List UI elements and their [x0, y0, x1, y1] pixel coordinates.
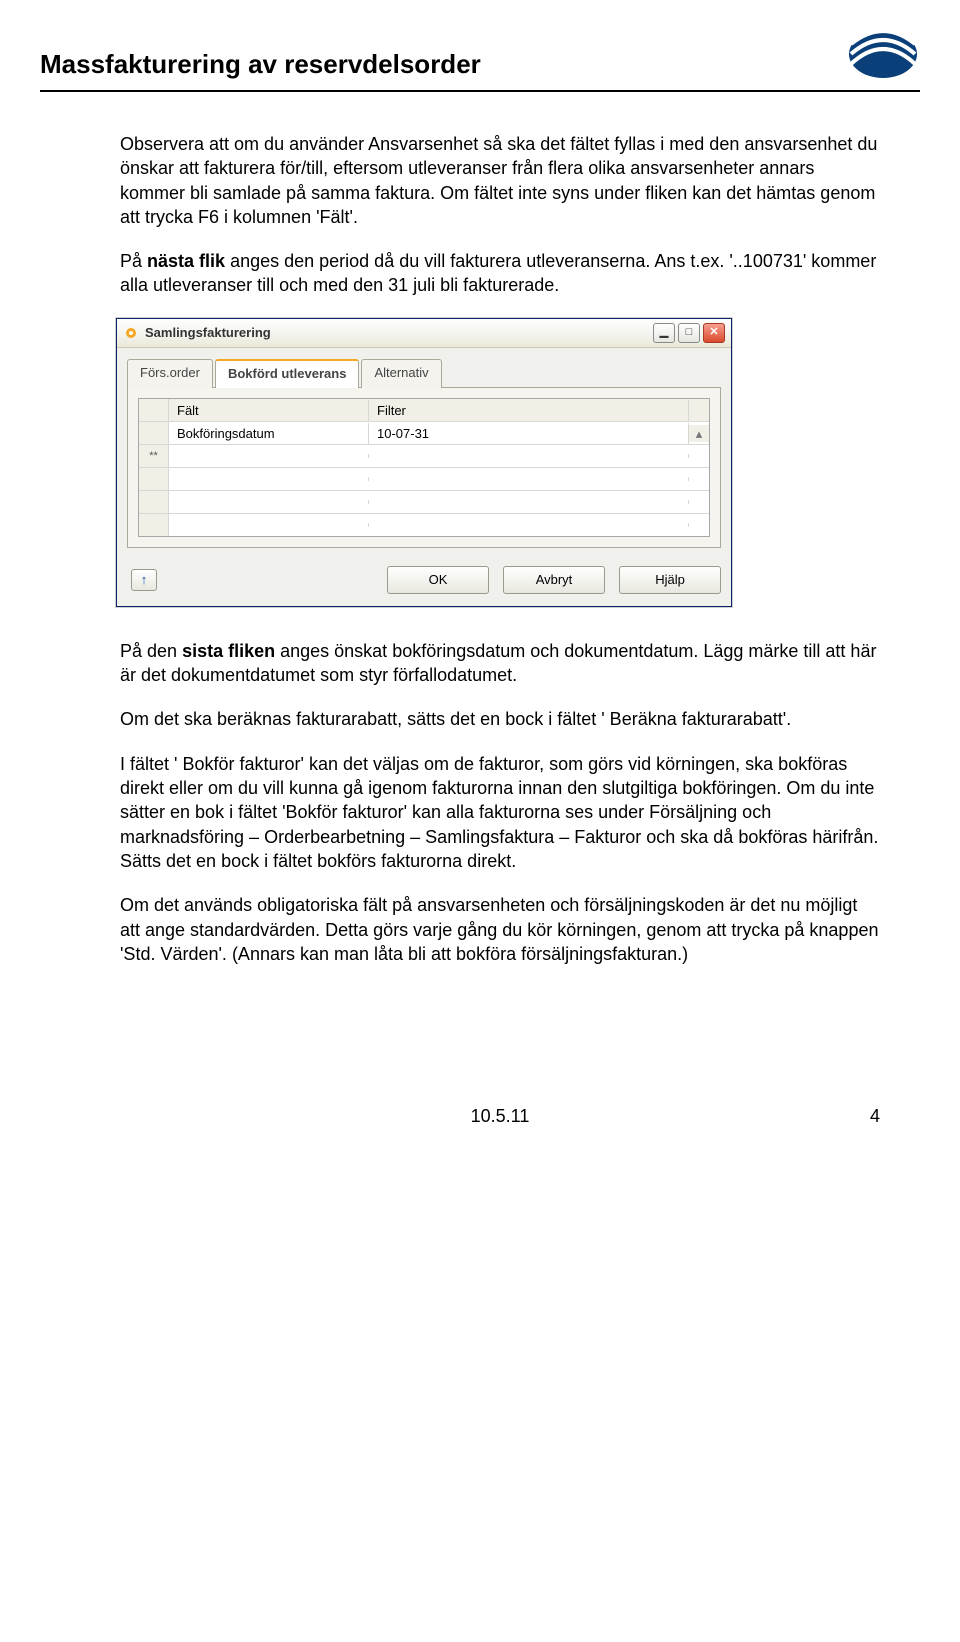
body-paragraph-2: På nästa flik anges den period då du vil… [120, 249, 880, 298]
grid-cell-blank2 [369, 523, 689, 527]
ok-button[interactable]: OK [387, 566, 489, 594]
body-paragraph-3: På den sista fliken anges önskat bokföri… [120, 639, 880, 688]
tab-alternativ[interactable]: Alternativ [361, 359, 441, 389]
grid-cell-empty-field[interactable] [169, 454, 369, 458]
grid-data-row[interactable]: Bokföringsdatum 10-07-31 ▴ [139, 422, 709, 445]
page-title: Massfakturering av reservdelsorder [40, 49, 481, 80]
dialog-tabs: Förs.order Bokförd utleverans Alternativ [117, 348, 731, 388]
dialog-window: Samlingsfakturering ▁ □ ✕ Förs.order Bok… [116, 318, 732, 607]
window-maximize-button[interactable]: □ [678, 323, 700, 343]
body-paragraph-1: Observera att om du använder Ansvarsenhe… [120, 132, 880, 229]
tab-forsorder[interactable]: Förs.order [127, 359, 213, 389]
grid-blank-row [139, 514, 709, 536]
body-paragraph-4: Om det ska beräknas fakturarabatt, sätts… [120, 707, 880, 731]
p3-pre: På den [120, 641, 182, 661]
dialog-tabpanel: Fält Filter Bokföringsdatum 10-07-31 ▴ *… [127, 387, 721, 548]
grid-blank-row [139, 468, 709, 491]
grid-row-header[interactable] [139, 422, 169, 444]
grid-cell-blank2 [369, 477, 689, 481]
grid-header-row: Fält Filter [139, 399, 709, 422]
gear-icon [123, 325, 139, 341]
filter-grid: Fält Filter Bokföringsdatum 10-07-31 ▴ *… [138, 398, 710, 537]
grid-cell-blank1 [169, 477, 369, 481]
grid-cell-blank1 [169, 523, 369, 527]
grid-row-header-blank [139, 491, 169, 513]
move-up-button[interactable]: ↑ [131, 569, 157, 591]
maximize-icon: □ [686, 325, 693, 340]
grid-cell-field[interactable]: Bokföringsdatum [169, 423, 369, 445]
dialog-title: Samlingsfakturering [145, 324, 271, 342]
help-button[interactable]: Hjälp [619, 566, 721, 594]
grid-row-header-blank [139, 514, 169, 536]
grid-new-row-marker: ** [139, 445, 169, 467]
cancel-button[interactable]: Avbryt [503, 566, 605, 594]
grid-cell-empty-filter[interactable] [369, 454, 689, 458]
window-minimize-button[interactable]: ▁ [653, 323, 675, 343]
grid-cell-blank1 [169, 500, 369, 504]
p2-pre: På [120, 251, 147, 271]
p3-bold: sista fliken [182, 641, 275, 661]
p2-post: anges den period då du vill fakturera ut… [120, 251, 876, 295]
grid-cell-filter[interactable]: 10-07-31 [369, 423, 689, 445]
grid-header-field[interactable]: Fält [169, 400, 369, 422]
grid-header-filter[interactable]: Filter [369, 400, 689, 422]
footer-date: 10.5.11 [471, 1106, 530, 1127]
grid-cell-blank2 [369, 500, 689, 504]
tab-bokford-utleverans[interactable]: Bokförd utleverans [215, 359, 359, 389]
p2-bold: nästa flik [147, 251, 225, 271]
close-icon: ✕ [709, 325, 718, 340]
arrow-up-icon: ↑ [141, 571, 148, 589]
body-paragraph-6: Om det används obligatoriska fält på ans… [120, 893, 880, 966]
minimize-icon: ▁ [660, 325, 668, 340]
grid-scroll-up[interactable]: ▴ [689, 425, 709, 443]
dialog-titlebar[interactable]: Samlingsfakturering ▁ □ ✕ [117, 319, 731, 348]
grid-blank-row [139, 491, 709, 514]
company-logo [846, 28, 920, 80]
grid-row-header-blank [139, 468, 169, 490]
footer-page-number: 4 [870, 1106, 880, 1127]
window-close-button[interactable]: ✕ [703, 323, 725, 343]
grid-new-row[interactable]: ** [139, 445, 709, 468]
body-paragraph-5: I fältet ' Bokför fakturor' kan det välj… [120, 752, 880, 873]
grid-corner [139, 399, 169, 421]
dialog-footer: ↑ OK Avbryt Hjälp [117, 558, 731, 606]
